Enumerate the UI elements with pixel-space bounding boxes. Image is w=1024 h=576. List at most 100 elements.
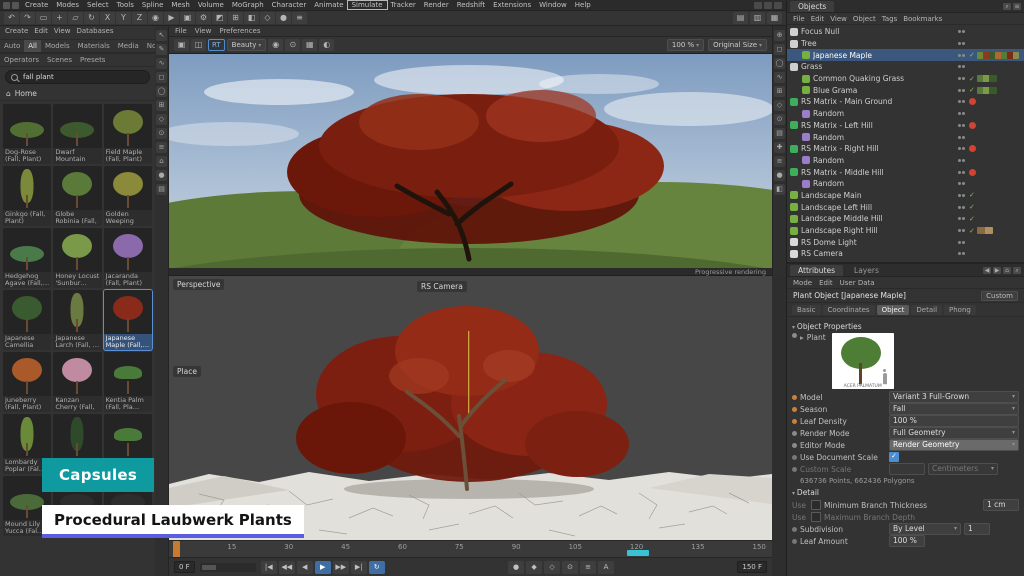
viewport-view-label[interactable]: Perspective <box>173 279 224 290</box>
interface-layout-icon[interactable]: ▤ <box>733 12 748 24</box>
zoom-dropdown[interactable]: 100 % <box>667 39 704 51</box>
toolbar-icon[interactable]: X <box>100 12 115 24</box>
layout-icon[interactable] <box>774 2 782 9</box>
asset-browser-subtab[interactable]: Operators <box>0 54 43 66</box>
menu-item[interactable]: Simulate <box>348 1 387 9</box>
asset-browser-menu-item[interactable]: View <box>54 27 71 38</box>
menu-item[interactable]: Spline <box>138 1 168 9</box>
attribute-menu-item[interactable]: Mode <box>793 279 812 287</box>
renderview-icon[interactable]: ▦ <box>302 39 317 51</box>
visibility-dots[interactable] <box>958 229 965 232</box>
plant-asset-tile[interactable]: Kanzan Cherry (Fall, … <box>53 352 101 412</box>
plant-asset-tile[interactable]: Dwarf Mountain Pine (… <box>53 104 101 164</box>
timeline-range-marker[interactable] <box>627 550 649 556</box>
visibility-dots[interactable] <box>958 194 965 197</box>
object-tags[interactable] <box>969 227 1021 235</box>
custom-scale-unit-dropdown[interactable]: Centimeters <box>928 463 998 475</box>
object-row[interactable]: Random <box>787 131 1024 143</box>
rt-render-button[interactable]: RT <box>208 39 225 51</box>
toolbar-icon[interactable]: ≡ <box>292 12 307 24</box>
plant-asset-tile[interactable]: Juneberry (Fall, Plant) <box>3 352 51 412</box>
object-tags[interactable] <box>969 75 1021 83</box>
keying-button[interactable]: ◆ <box>526 561 542 574</box>
plant-asset-tile[interactable]: Dog-Rose (Fall, Plant) <box>3 104 51 164</box>
object-row[interactable]: RS Dome Light <box>787 236 1024 248</box>
tool-strip-icon[interactable]: ⊕ <box>774 30 785 41</box>
viewport-camera-label[interactable]: RS Camera <box>417 281 467 292</box>
property-value-dropdown[interactable]: Variant 3 Full-Grown <box>889 391 1019 403</box>
asset-browser-tab[interactable]: Materials <box>74 40 114 52</box>
menu-item[interactable]: Create <box>21 1 52 9</box>
plant-asset-tile[interactable]: Honey Locust 'Sunbur… <box>53 228 101 288</box>
object-row[interactable]: Random <box>787 108 1024 120</box>
menu-item[interactable]: Render <box>420 1 453 9</box>
leaf-amount-field[interactable]: 100 % <box>889 535 925 547</box>
object-manager-menu-item[interactable]: Object <box>853 15 876 23</box>
transport-button[interactable]: ▶ <box>315 561 331 574</box>
transport-button[interactable]: |◀ <box>261 561 277 574</box>
tool-strip-icon[interactable]: ▤ <box>774 128 785 139</box>
search-input[interactable] <box>21 72 144 82</box>
visibility-dots[interactable] <box>958 42 965 45</box>
layout-icon[interactable] <box>764 2 772 9</box>
attribute-header-icon[interactable]: ⌂ <box>1003 267 1011 274</box>
visibility-dots[interactable] <box>958 89 965 92</box>
plant-asset-tile[interactable]: Field Maple (Fall, Plant) <box>104 104 152 164</box>
toolbar-icon[interactable]: ▶ <box>164 12 179 24</box>
keyframe-dot[interactable] <box>792 431 797 436</box>
renderview-icon[interactable]: ◫ <box>191 39 206 51</box>
tool-strip-icon[interactable]: ▤ <box>156 184 167 195</box>
size-dropdown[interactable]: Original Size <box>708 39 767 51</box>
plant-preview-thumbnail[interactable]: ACER PALMATUM <box>832 333 894 389</box>
breadcrumb-label[interactable]: Home <box>15 89 37 98</box>
object-row[interactable]: RS Matrix - Right Hill <box>787 143 1024 155</box>
subdivision-level-field[interactable]: 1 <box>964 523 990 535</box>
tool-strip-icon[interactable]: ⊞ <box>156 100 167 111</box>
custom-scale-field[interactable] <box>889 463 925 475</box>
keying-button[interactable]: ⊙ <box>562 561 578 574</box>
tool-strip-icon[interactable]: ↖ <box>156 30 167 41</box>
keying-button[interactable]: ≡ <box>580 561 596 574</box>
renderview-icon[interactable]: ▣ <box>174 39 189 51</box>
renderview-menu-item[interactable]: Preferences <box>219 27 260 35</box>
visibility-dots[interactable] <box>958 171 965 174</box>
object-row[interactable]: Landscape Right Hill <box>787 225 1024 237</box>
keyframe-dot[interactable] <box>792 395 797 400</box>
renderview-menu-item[interactable]: View <box>195 27 212 35</box>
object-row[interactable]: Japanese Maple <box>787 49 1024 61</box>
plant-asset-tile[interactable]: Japanese Maple (Fall,… <box>104 290 152 350</box>
property-value-dropdown[interactable]: Full Geometry <box>889 427 1019 439</box>
object-row[interactable]: Random <box>787 155 1024 167</box>
attribute-menu-item[interactable]: User Data <box>840 279 875 287</box>
interface-layout-icon[interactable]: ▦ <box>767 12 782 24</box>
tool-strip-icon[interactable]: ◇ <box>774 100 785 111</box>
menu-item[interactable]: Animate <box>310 1 347 9</box>
tool-strip-icon[interactable]: ⌂ <box>156 156 167 167</box>
visibility-dots[interactable] <box>958 147 965 150</box>
asset-browser-subtab[interactable]: Presets <box>76 54 109 66</box>
tool-strip-icon[interactable]: ◯ <box>156 86 167 97</box>
asset-browser-tab[interactable]: Nodes <box>143 40 156 52</box>
transport-button[interactable]: ◀ <box>297 561 313 574</box>
object-row[interactable]: Landscape Middle Hill <box>787 213 1024 225</box>
interface-layout-icon[interactable]: ▥ <box>750 12 765 24</box>
use-document-scale-checkbox[interactable] <box>889 452 899 462</box>
tool-strip-icon[interactable]: ● <box>774 170 785 181</box>
visibility-dots[interactable] <box>958 30 965 33</box>
object-row[interactable]: RS Camera <box>787 248 1024 260</box>
object-row[interactable]: Tree <box>787 38 1024 50</box>
renderview-icon[interactable]: ◉ <box>268 39 283 51</box>
visibility-dots[interactable] <box>958 159 965 162</box>
property-value-dropdown[interactable]: Render Geometry <box>889 439 1019 451</box>
keying-button[interactable]: ◇ <box>544 561 560 574</box>
renderview-icon[interactable]: ⊙ <box>285 39 300 51</box>
timeline-scrollbar[interactable] <box>200 563 256 572</box>
keying-button[interactable]: ● <box>508 561 524 574</box>
asset-browser-tab[interactable]: All <box>24 40 41 52</box>
tool-strip-icon[interactable]: ≡ <box>774 156 785 167</box>
visibility-dots[interactable] <box>958 124 965 127</box>
object-tags[interactable] <box>969 51 1021 59</box>
transport-button[interactable]: ▶▶ <box>333 561 349 574</box>
tool-strip-icon[interactable]: ✎ <box>156 44 167 55</box>
attribute-header-icon[interactable]: ◀ <box>983 267 991 274</box>
